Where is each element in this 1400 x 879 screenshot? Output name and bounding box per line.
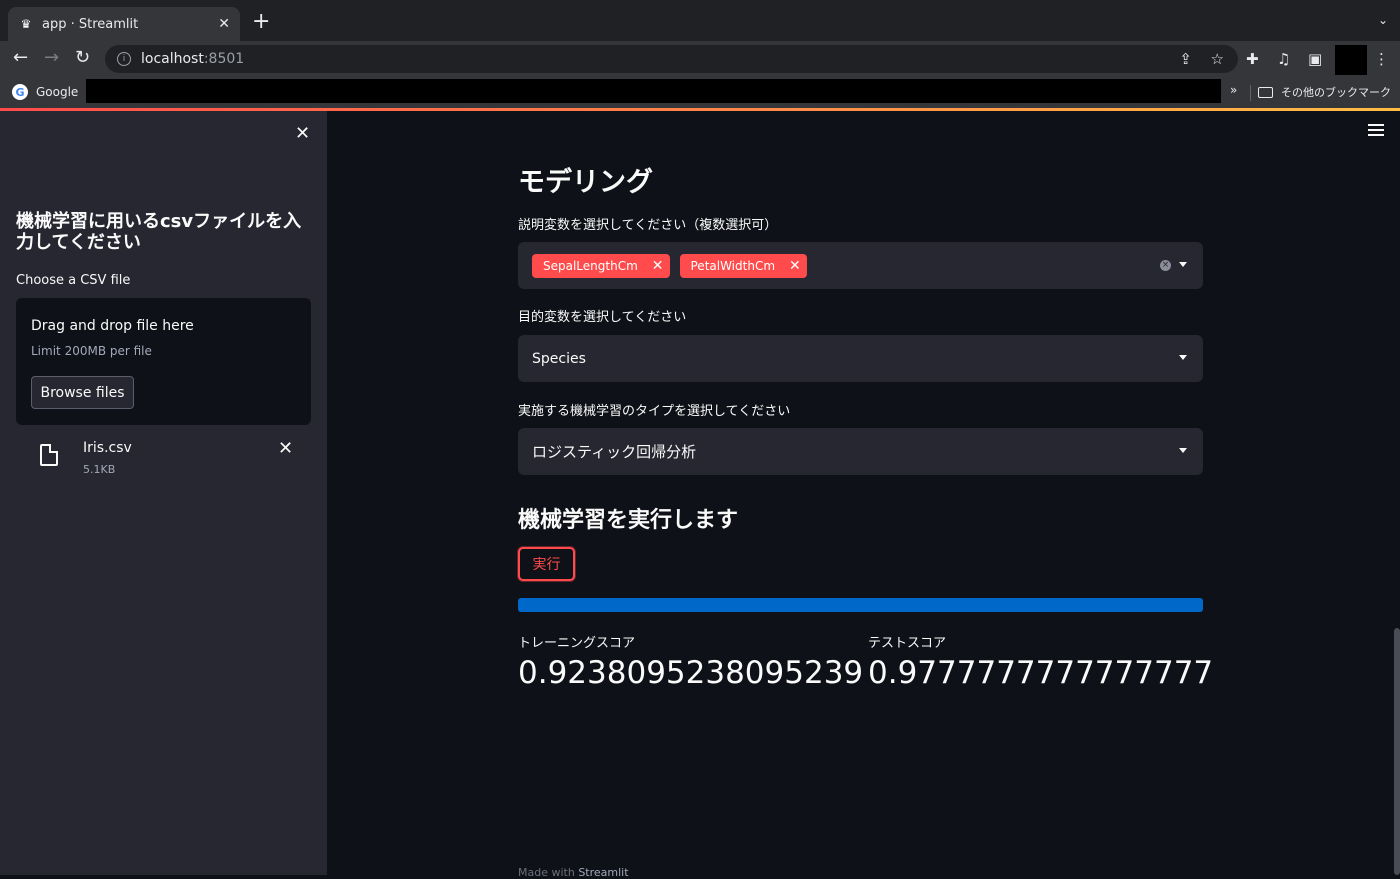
browser-menu-icon[interactable]: ⋮ xyxy=(1374,50,1389,68)
remove-file-icon[interactable]: ✕ xyxy=(278,438,293,459)
sidebar-title: 機械学習に用いるcsvファイルを入力してください xyxy=(16,211,302,253)
reload-icon[interactable]: ↻ xyxy=(75,48,90,68)
browse-files-button[interactable]: Browse files xyxy=(31,376,134,409)
file-icon xyxy=(40,444,58,466)
tab-close-icon[interactable]: ✕ xyxy=(218,16,230,32)
url-port: :8501 xyxy=(203,51,245,67)
target-selected-value: Species xyxy=(532,350,586,367)
file-name: Iris.csv xyxy=(83,440,132,456)
test-score-label: テストスコア xyxy=(868,636,947,651)
url-host: localhost xyxy=(141,51,204,67)
training-score-value: 0.9238095238095239 xyxy=(518,655,864,691)
progress-bar xyxy=(518,598,1203,612)
bookmarks-bar: G Google » その他のブックマーク xyxy=(0,77,1400,108)
file-dropzone[interactable]: Drag and drop file here Limit 200MB per … xyxy=(16,298,311,425)
new-tab-button[interactable]: + xyxy=(252,11,270,33)
sidebar: ✕ 機械学習に用いるcsvファイルを入力してください Choose a CSV … xyxy=(0,111,327,875)
footer-prefix: Made with xyxy=(518,866,579,879)
run-button[interactable]: 実行 xyxy=(518,547,575,581)
ml-type-selected-value: ロジスティック回帰分析 xyxy=(532,443,697,461)
forward-icon[interactable]: → xyxy=(44,48,59,68)
other-bookmarks-label: その他のブックマーク xyxy=(1281,86,1391,99)
site-info-icon[interactable]: i xyxy=(117,52,131,66)
streamlit-crown-icon: ♛ xyxy=(20,17,32,31)
profile-avatar[interactable] xyxy=(1335,45,1367,75)
browser-toolbar: ← → ↻ i localhost:8501 ⇪ ☆ ✚ ♫ ▣ ⋮ xyxy=(0,41,1400,77)
bookmark-google-label: Google xyxy=(36,85,79,99)
chevron-down-icon[interactable] xyxy=(1179,448,1187,453)
main-menu-icon[interactable] xyxy=(1368,124,1384,136)
other-bookmarks[interactable]: その他のブックマーク xyxy=(1258,84,1391,100)
extensions-icon[interactable]: ✚ xyxy=(1246,50,1259,68)
footer-streamlit-link[interactable]: Streamlit xyxy=(578,866,628,879)
redacted-bookmarks xyxy=(86,79,1221,103)
features-multiselect[interactable]: SepalLengthCm ✕ PetalWidthCm ✕ × xyxy=(518,242,1203,289)
uploader-label: Choose a CSV file xyxy=(16,273,131,288)
dropzone-instructions: Drag and drop file here xyxy=(31,318,194,334)
bookmarks-overflow-icon[interactable]: » xyxy=(1230,83,1237,97)
target-label: 目的変数を選択してください xyxy=(518,310,687,325)
share-icon[interactable]: ⇪ xyxy=(1179,50,1192,68)
bookmark-google[interactable]: G Google xyxy=(12,84,78,100)
ml-type-label: 実施する機械学習のタイプを選択してください xyxy=(518,404,791,419)
feature-tag-label: PetalWidthCm xyxy=(690,258,776,273)
target-select[interactable]: Species xyxy=(518,335,1203,382)
modeling-header: モデリング xyxy=(518,167,653,198)
address-bar[interactable]: i localhost:8501 ⇪ ☆ xyxy=(105,45,1238,73)
features-label: 説明変数を選択してください（複数選択可） xyxy=(518,218,778,233)
file-size: 5.1KB xyxy=(83,463,116,476)
feature-tag: SepalLengthCm ✕ xyxy=(532,253,670,278)
tab-title: app · Streamlit xyxy=(42,16,139,32)
uploaded-file: Iris.csv 5.1KB ✕ xyxy=(16,436,311,481)
back-icon[interactable]: ← xyxy=(13,48,28,68)
tab-search-icon[interactable]: ⌄ xyxy=(1378,13,1388,27)
bookmark-star-icon[interactable]: ☆ xyxy=(1211,50,1224,68)
feature-tag: PetalWidthCm ✕ xyxy=(679,253,807,278)
google-icon: G xyxy=(12,84,28,100)
media-control-icon[interactable]: ♫ xyxy=(1277,50,1290,68)
remove-tag-icon[interactable]: ✕ xyxy=(789,258,801,274)
scrollbar[interactable] xyxy=(1394,628,1400,875)
sidebar-close-icon[interactable]: ✕ xyxy=(295,123,310,144)
progress-fill xyxy=(518,598,1203,612)
dropzone-limit: Limit 200MB per file xyxy=(31,344,152,358)
clear-all-icon[interactable]: × xyxy=(1160,260,1171,271)
folder-icon xyxy=(1258,86,1273,98)
ml-type-select[interactable]: ロジスティック回帰分析 xyxy=(518,428,1203,475)
browser-tab[interactable]: ♛ app · Streamlit ✕ xyxy=(8,7,240,41)
run-header: 機械学習を実行します xyxy=(518,508,739,533)
side-panel-icon[interactable]: ▣ xyxy=(1308,50,1322,68)
browser-tab-bar: ♛ app · Streamlit ✕ + ⌄ xyxy=(0,0,1400,41)
remove-tag-icon[interactable]: ✕ xyxy=(652,258,664,274)
chevron-down-icon[interactable] xyxy=(1179,355,1187,360)
bookmarks-divider xyxy=(1250,85,1251,101)
training-score-label: トレーニングスコア xyxy=(518,636,636,651)
footer: Made with Streamlit xyxy=(518,866,629,879)
chevron-down-icon[interactable] xyxy=(1179,262,1187,267)
feature-tag-label: SepalLengthCm xyxy=(543,258,638,273)
test-score-value: 0.9777777777777777 xyxy=(868,655,1214,691)
